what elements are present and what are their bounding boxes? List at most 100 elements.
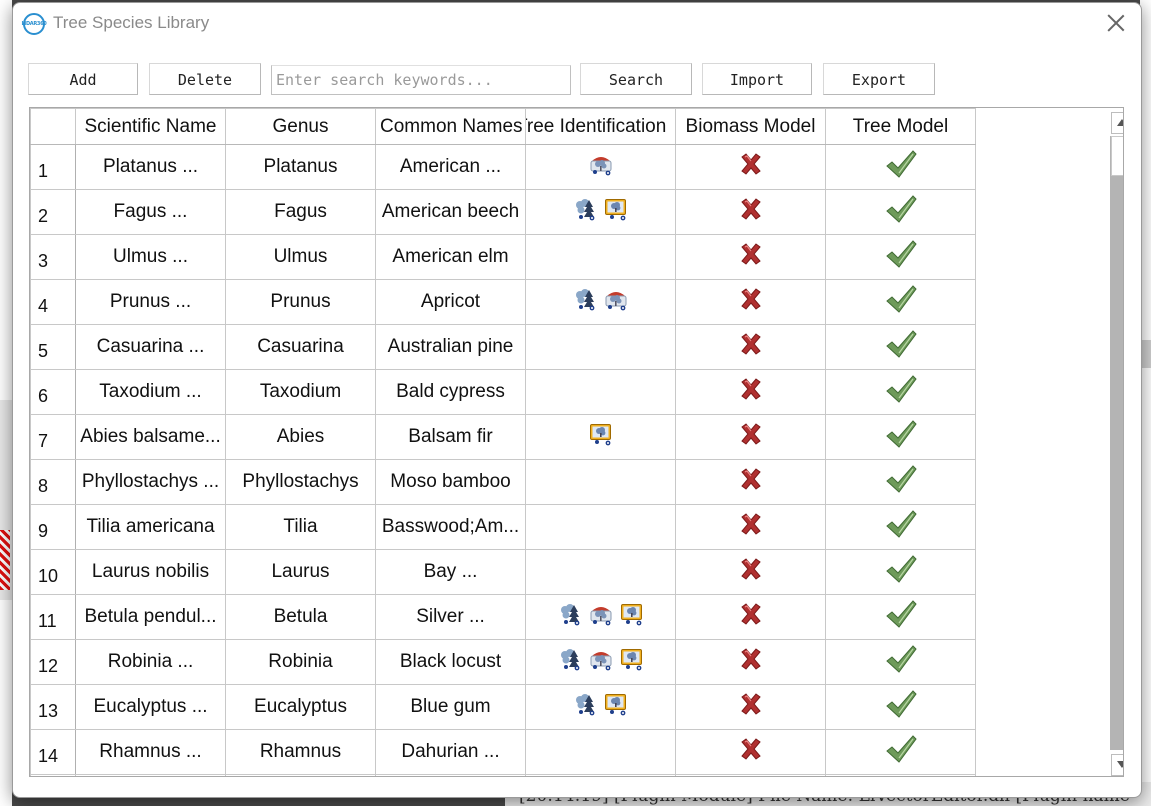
row-number[interactable]: 13 xyxy=(30,684,76,730)
vertical-scrollbar-track[interactable] xyxy=(1110,136,1123,750)
cell-tree-model[interactable] xyxy=(825,639,976,685)
cell-common-names[interactable]: Dahurian ... xyxy=(375,729,526,775)
scroll-up-arrow-icon[interactable] xyxy=(1111,112,1123,134)
cell-common-names[interactable]: Moso bamboo xyxy=(375,459,526,505)
cell-common-names[interactable]: American ... xyxy=(375,144,526,190)
cell-biomass-model[interactable] xyxy=(675,594,826,640)
row-number[interactable]: 11 xyxy=(30,594,76,640)
cell-scientific-name[interactable]: Tilia americana xyxy=(75,504,226,550)
cell-tree-model[interactable] xyxy=(825,234,976,280)
cell-common-names[interactable]: Balsam fir xyxy=(375,414,526,460)
column-header-scientific-name[interactable]: Scientific Name xyxy=(75,108,226,145)
column-header-biomass-model[interactable]: Biomass Model xyxy=(675,108,826,145)
close-icon[interactable] xyxy=(1104,11,1128,35)
table-row[interactable]: 12 Robinia ... Robinia Black locust xyxy=(30,639,1096,685)
cell-tree-identification[interactable] xyxy=(525,459,676,505)
row-number[interactable]: 8 xyxy=(30,459,76,505)
cell-genus[interactable]: Fagus xyxy=(225,189,376,235)
table-row[interactable]: 8 Phyllostachys ... Phyllostachys Moso bamb… xyxy=(30,459,1096,505)
cell-biomass-model[interactable] xyxy=(675,324,826,370)
cell-scientific-name[interactable]: Eucalyptus ... xyxy=(75,684,226,730)
table-row[interactable]: 3 Ulmus ... Ulmus American elm xyxy=(30,234,1096,280)
scroll-down-arrow-icon[interactable] xyxy=(1111,754,1123,776)
column-header-tree-identification[interactable]: Tree Identification xyxy=(525,108,676,145)
cell-tree-model[interactable] xyxy=(825,594,976,640)
search-input[interactable] xyxy=(271,65,571,95)
cell-tree-identification[interactable] xyxy=(525,549,676,595)
row-number[interactable]: 14 xyxy=(30,729,76,775)
cell-tree-identification[interactable] xyxy=(525,729,676,775)
cell-tree-model[interactable] xyxy=(825,729,976,775)
cell-tree-identification[interactable] xyxy=(525,639,676,685)
cell-scientific-name[interactable]: Ulmus ... xyxy=(75,234,226,280)
add-button[interactable]: Add xyxy=(28,63,138,95)
row-number[interactable]: 2 xyxy=(30,189,76,235)
table-row[interactable]: 5 Casuarina ... Casuarina Australian pine xyxy=(30,324,1096,370)
cell-common-names[interactable]: Black locust xyxy=(375,639,526,685)
column-header-tree-model[interactable]: Tree Model xyxy=(825,108,976,145)
table-row[interactable]: 4 Prunus ... Prunus Apricot xyxy=(30,279,1096,325)
row-number[interactable]: 12 xyxy=(30,639,76,685)
cell-scientific-name[interactable]: Casuarina ... xyxy=(75,324,226,370)
cell-genus[interactable]: Tilia xyxy=(225,504,376,550)
cell-scientific-name[interactable]: Phyllostachys ... xyxy=(75,459,226,505)
search-button[interactable]: Search xyxy=(580,63,692,95)
cell-tree-identification[interactable] xyxy=(525,234,676,280)
table-row[interactable]: 9 Tilia americana Tilia Basswood;Am... xyxy=(30,504,1096,550)
cell-biomass-model[interactable] xyxy=(675,414,826,460)
cell-biomass-model[interactable] xyxy=(675,459,826,505)
cell-tree-model[interactable] xyxy=(825,324,976,370)
table-row[interactable]: 1 Platanus ... Platanus American ... xyxy=(30,144,1096,190)
cell-genus[interactable]: Eucalyptus xyxy=(225,684,376,730)
cell-biomass-model[interactable] xyxy=(675,144,826,190)
cell-scientific-name[interactable]: Abies balsame... xyxy=(75,414,226,460)
cell-genus[interactable]: Laurus xyxy=(225,549,376,595)
cell-biomass-model[interactable] xyxy=(675,369,826,415)
row-number[interactable]: 3 xyxy=(30,234,76,280)
cell-common-names[interactable]: Bald cypress xyxy=(375,369,526,415)
cell-tree-model[interactable] xyxy=(825,144,976,190)
cell-scientific-name[interactable]: Fagus ... xyxy=(75,189,226,235)
column-header-common-names[interactable]: Common Names xyxy=(375,108,526,145)
row-number[interactable]: 4 xyxy=(30,279,76,325)
cell-tree-identification[interactable] xyxy=(525,594,676,640)
table-row[interactable]: 13 Eucalyptus ... Eucalyptus Blue gum xyxy=(30,684,1096,730)
cell-tree-model[interactable] xyxy=(825,684,976,730)
cell-biomass-model[interactable] xyxy=(675,234,826,280)
cell-tree-identification[interactable] xyxy=(525,144,676,190)
cell-common-names[interactable]: Australian pine xyxy=(375,324,526,370)
cell-scientific-name[interactable]: Prunus ... xyxy=(75,279,226,325)
cell-genus[interactable]: Ulmus xyxy=(225,234,376,280)
cell-scientific-name[interactable]: Robinia ... xyxy=(75,639,226,685)
cell-genus[interactable]: Casuarina xyxy=(225,324,376,370)
row-number[interactable]: 1 xyxy=(30,144,76,190)
cell-biomass-model[interactable] xyxy=(675,729,826,775)
cell-tree-identification[interactable] xyxy=(525,684,676,730)
cell-biomass-model[interactable] xyxy=(675,639,826,685)
cell-common-names[interactable]: Bay ... xyxy=(375,549,526,595)
column-header-genus[interactable]: Genus xyxy=(225,108,376,145)
cell-common-names[interactable]: Basswood;Am... xyxy=(375,504,526,550)
cell-common-names[interactable]: Apricot xyxy=(375,279,526,325)
cell-tree-model[interactable] xyxy=(825,549,976,595)
cell-biomass-model[interactable] xyxy=(675,549,826,595)
cell-biomass-model[interactable] xyxy=(675,279,826,325)
cell-common-names[interactable]: American elm xyxy=(375,234,526,280)
cell-genus[interactable]: Abies xyxy=(225,414,376,460)
cell-tree-identification[interactable] xyxy=(525,504,676,550)
cell-genus[interactable]: Platanus xyxy=(225,144,376,190)
table-row[interactable]: 10 Laurus nobilis Laurus Bay ... xyxy=(30,549,1096,595)
cell-tree-identification[interactable] xyxy=(525,189,676,235)
vertical-scrollbar-thumb[interactable] xyxy=(1111,136,1123,176)
row-number[interactable]: 10 xyxy=(30,549,76,595)
row-number[interactable]: 9 xyxy=(30,504,76,550)
row-number[interactable]: 6 xyxy=(30,369,76,415)
cell-scientific-name[interactable]: Taxodium ... xyxy=(75,369,226,415)
import-button[interactable]: Import xyxy=(702,63,812,95)
cell-tree-identification[interactable] xyxy=(525,369,676,415)
cell-scientific-name[interactable]: Platanus ... xyxy=(75,144,226,190)
cell-genus[interactable]: Prunus xyxy=(225,279,376,325)
delete-button[interactable]: Delete xyxy=(149,63,261,95)
cell-common-names[interactable]: American beech xyxy=(375,189,526,235)
cell-tree-model[interactable] xyxy=(825,414,976,460)
